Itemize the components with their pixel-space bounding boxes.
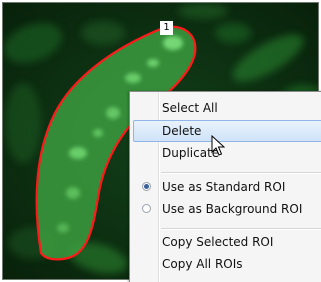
menu-item-label: Use as Background ROI — [162, 202, 303, 216]
menu-item-label: Delete — [162, 124, 202, 138]
menu-item-duplicate[interactable]: Duplicate — [133, 142, 321, 164]
arrow-pointer-icon — [211, 135, 225, 156]
menu-separator — [161, 172, 321, 174]
menu-item-copy-all-rois[interactable]: Copy All ROIs — [133, 253, 321, 275]
radio-checked-icon — [142, 182, 151, 191]
radio-unchecked-icon — [142, 204, 151, 213]
context-menu: Select All Delete Duplicate Use as Stand… — [129, 91, 321, 282]
menu-item-label: Copy All ROIs — [162, 257, 243, 271]
menu-item-use-as-standard-roi[interactable]: Use as Standard ROI — [133, 176, 321, 198]
menu-item-use-as-background-roi[interactable]: Use as Background ROI — [133, 198, 321, 220]
menu-item-label: Use as Standard ROI — [162, 180, 286, 194]
roi-number-label[interactable]: 1 — [160, 21, 173, 35]
menu-item-select-all[interactable]: Select All — [133, 97, 321, 119]
menu-item-label: Select All — [162, 101, 218, 115]
screenshot-stage: 1 Select All Delete Duplicate Use as Sta… — [0, 0, 321, 282]
menu-separator — [161, 228, 321, 230]
menu-item-label: Copy Selected ROI — [162, 235, 274, 249]
menu-item-delete[interactable]: Delete — [133, 120, 321, 142]
menu-item-copy-selected-roi[interactable]: Copy Selected ROI — [133, 231, 321, 253]
